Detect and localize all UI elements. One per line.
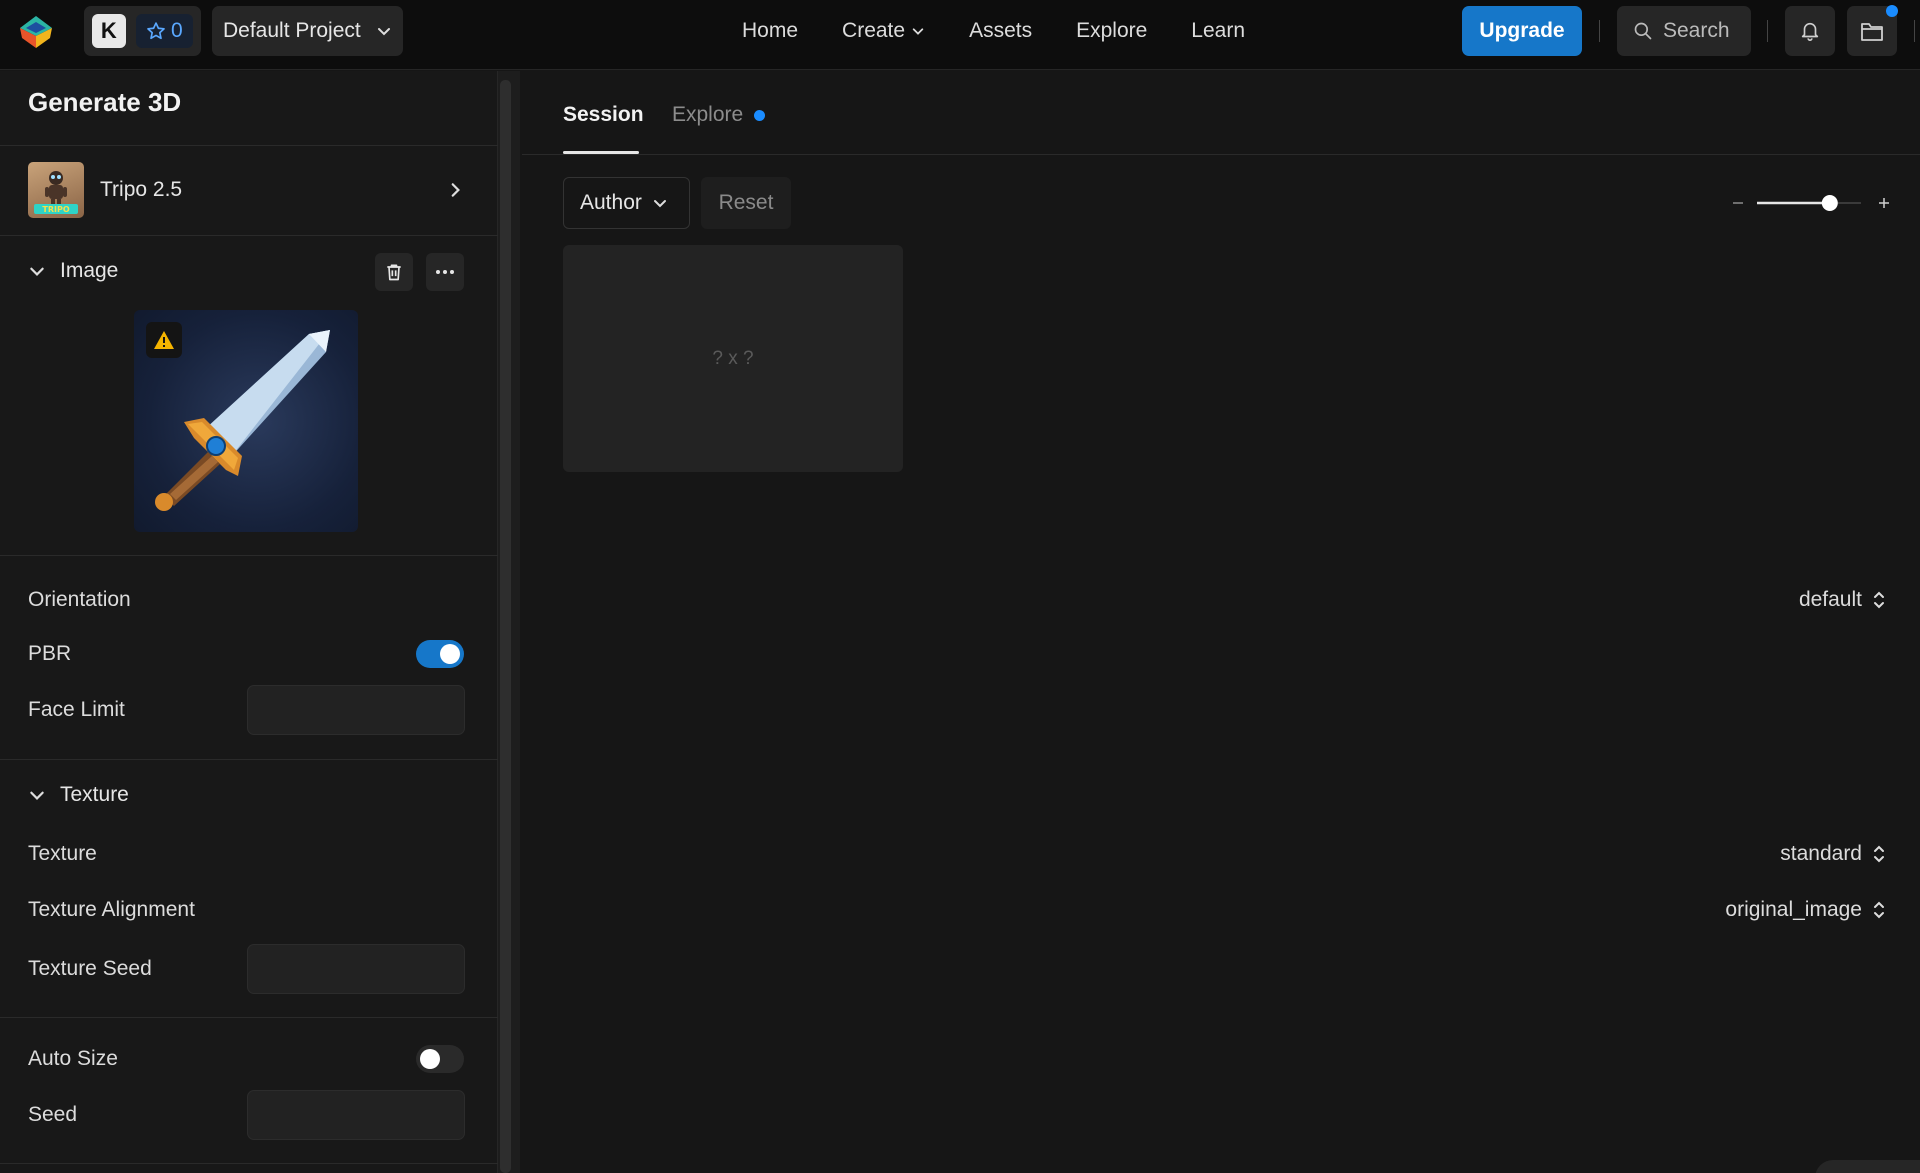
tab-session[interactable]: Session	[563, 103, 644, 127]
uploaded-image-preview[interactable]	[134, 310, 358, 532]
toggle-knob	[440, 644, 460, 664]
model-selector[interactable]: TRIPO Tripo 2.5	[28, 162, 464, 218]
divider	[1767, 20, 1768, 42]
pbr-toggle[interactable]	[416, 640, 464, 668]
tripo-logo-icon[interactable]	[18, 14, 54, 50]
divider	[0, 145, 498, 146]
reset-button[interactable]: Reset	[701, 177, 791, 229]
search-label: Search	[1663, 19, 1730, 42]
credits-badge[interactable]: 0	[135, 14, 193, 48]
texture-value: standard	[1780, 842, 1862, 865]
more-icon	[436, 270, 454, 274]
project-selector[interactable]: Default Project	[212, 6, 403, 56]
auto-size-toggle[interactable]	[416, 1045, 464, 1073]
seed-input[interactable]	[247, 1090, 465, 1140]
texture-select[interactable]: standard	[1780, 842, 1886, 866]
texture-seed-input[interactable]	[247, 944, 465, 994]
chevron-down-icon	[30, 267, 44, 276]
texture-seed-label: Texture Seed	[28, 957, 152, 980]
texture-alignment-label: Texture Alignment	[28, 898, 195, 921]
model-thumb-text: TRIPO	[42, 205, 69, 214]
avatar[interactable]: K	[92, 14, 126, 48]
orientation-value: default	[1798, 588, 1862, 611]
panel-title: Generate 3D	[28, 87, 182, 117]
chevron-down-icon	[30, 791, 44, 800]
orientation-select[interactable]: default	[1799, 588, 1886, 612]
main-nav: Home Create Assets Explore Learn	[742, 0, 1245, 62]
zoom-in-icon[interactable]	[1879, 198, 1889, 208]
files-notification-dot	[1886, 5, 1898, 17]
texture-section-label: Texture	[60, 783, 129, 806]
explore-new-dot	[754, 110, 765, 121]
updown-chevron-icon	[1874, 591, 1884, 609]
generate-panel	[0, 71, 498, 1173]
nav-learn[interactable]: Learn	[1191, 19, 1245, 43]
divider	[522, 154, 1920, 155]
floating-panel-edge	[1815, 1160, 1920, 1173]
divider	[0, 1163, 498, 1164]
card-size-text: ? x ?	[712, 347, 754, 369]
model-thumbnail: TRIPO	[28, 162, 84, 218]
divider	[0, 555, 498, 556]
texture-label: Texture	[28, 842, 97, 865]
auto-size-label: Auto Size	[28, 1047, 118, 1070]
upgrade-button[interactable]: Upgrade	[1462, 6, 1582, 56]
generation-card-placeholder[interactable]: ? x ?	[563, 245, 903, 472]
chevron-down-icon	[378, 28, 390, 36]
seed-label: Seed	[28, 1103, 78, 1126]
author-filter-dropdown[interactable]: Author	[563, 177, 690, 229]
slider-handle[interactable]	[1821, 195, 1838, 211]
nav-home[interactable]: Home	[742, 19, 798, 43]
chevron-right-icon	[451, 183, 460, 197]
image-section-label: Image	[60, 259, 119, 282]
project-name: Default Project	[223, 19, 361, 42]
more-options-button[interactable]	[426, 253, 464, 291]
warning-badge[interactable]	[146, 322, 182, 358]
divider	[0, 1017, 498, 1018]
star-icon	[147, 22, 165, 40]
nav-explore[interactable]: Explore	[1076, 19, 1147, 43]
search-icon	[1634, 22, 1652, 40]
model-name: Tripo 2.5	[100, 178, 183, 201]
chevron-down-icon	[653, 200, 666, 208]
orientation-label: Orientation	[28, 588, 131, 611]
divider	[0, 235, 498, 236]
pbr-label: PBR	[28, 642, 72, 665]
nav-create-label: Create	[842, 19, 906, 42]
face-limit-label: Face Limit	[28, 698, 125, 721]
face-limit-input[interactable]	[247, 685, 465, 735]
image-section-toggle[interactable]: Image	[28, 259, 118, 283]
warning-icon	[154, 331, 174, 349]
chevron-down-icon	[912, 28, 924, 35]
author-filter-label: Author	[580, 191, 642, 214]
texture-alignment-value: original_image	[1725, 898, 1862, 921]
bell-icon	[1801, 22, 1819, 41]
folder-icon	[1861, 23, 1883, 41]
divider	[0, 759, 498, 760]
notifications-button[interactable]	[1785, 6, 1835, 56]
texture-alignment-select[interactable]: original_image	[1725, 898, 1886, 922]
toggle-knob	[420, 1049, 440, 1069]
divider	[1914, 20, 1915, 42]
delete-image-button[interactable]	[375, 253, 413, 291]
nav-create[interactable]: Create	[842, 19, 925, 43]
zoom-slider[interactable]	[1731, 190, 1891, 216]
scrollbar-thumb[interactable]	[500, 80, 511, 1173]
search-button[interactable]: Search	[1617, 6, 1751, 56]
robot-icon: TRIPO	[34, 171, 78, 214]
account-chip[interactable]: K 0	[84, 6, 201, 56]
updown-chevron-icon	[1874, 901, 1884, 919]
updown-chevron-icon	[1874, 845, 1884, 863]
credits-count: 0	[170, 19, 183, 42]
trash-icon	[387, 264, 401, 281]
top-navigation-bar: K 0 Default Project Home Create Assets E…	[0, 0, 1920, 70]
tab-explore[interactable]: Explore	[672, 103, 743, 127]
divider	[1599, 20, 1600, 42]
texture-section-toggle[interactable]: Texture	[28, 783, 129, 807]
nav-assets[interactable]: Assets	[969, 19, 1032, 43]
